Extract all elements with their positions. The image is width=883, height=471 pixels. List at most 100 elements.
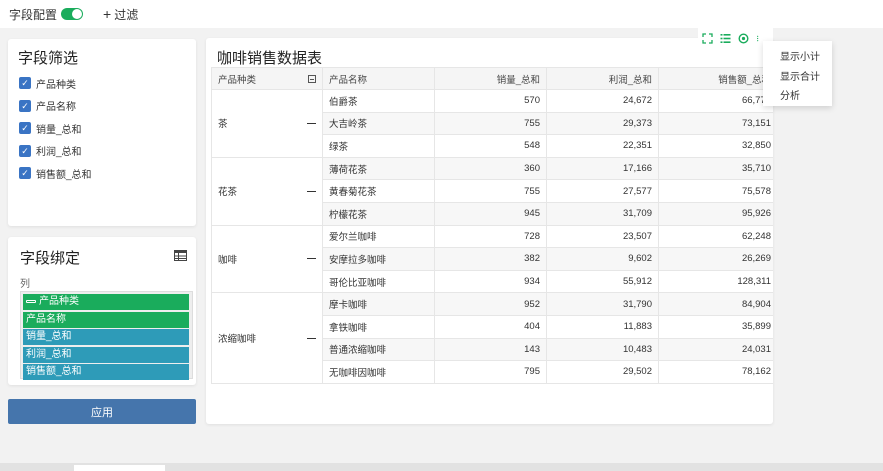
drag-handle-icon[interactable] [26,299,36,303]
column-header[interactable]: 产品名称 [322,67,435,90]
table-panel: 咖啡销售数据表 产品种类 产品名称 销量_总和 利润_总和 销售额_总和 茶 伯… [206,38,773,424]
field-filter-panel: 字段筛选 ✓ 产品种类 ✓ 产品名称 ✓ 销量_总和 ✓ 利润_总和 ✓ 销售额… [8,39,196,226]
value-cell: 24,672 [546,89,659,113]
checkbox-checked-icon[interactable]: ✓ [19,167,31,180]
checkbox-checked-icon[interactable]: ✓ [19,99,31,112]
collapse-icon[interactable] [307,258,316,260]
value-cell: 95,926 [658,201,773,226]
value-cell: 945 [434,201,547,226]
menu-item-analysis[interactable]: 分析 [763,87,832,107]
filter-item-profit[interactable]: ✓ 利润_总和 [19,140,92,163]
bound-field-product-name[interactable]: 产品名称 [23,311,189,328]
value-cell: 29,502 [546,360,659,384]
column-header[interactable]: 销量_总和 [434,67,547,90]
table-row: 茶 伯爵茶 570 24,672 66,772 [211,89,773,158]
value-cell: 26,269 [658,247,773,271]
value-cell: 404 [434,314,547,339]
product-cell: 普通浓缩咖啡 [322,337,435,362]
product-cell: 拿铁咖啡 [322,314,435,339]
filter-item-label: 销售额_总和 [36,169,92,181]
product-cell: 柠檬花茶 [322,201,435,226]
value-cell: 78,162 [658,360,773,384]
value-cell: 75,578 [658,179,773,203]
product-cell: 哥伦比亚咖啡 [322,269,435,294]
product-cell: 大吉岭茶 [322,111,435,136]
product-cell: 伯爵茶 [322,89,435,113]
value-cell: 55,912 [546,269,659,294]
table-row: 咖啡 爱尔兰咖啡 728 23,507 62,248 [211,224,773,294]
collapse-all-icon[interactable] [308,74,316,83]
value-cell: 31,709 [546,201,659,226]
collapse-icon[interactable] [307,122,316,124]
context-menu: 显示小计 显示合计 分析 [763,41,832,106]
checkbox-checked-icon[interactable]: ✓ [19,77,31,90]
category-label: 花茶 [218,187,238,199]
fullscreen-icon[interactable] [702,32,713,44]
value-cell: 382 [434,247,547,271]
checkbox-checked-icon[interactable]: ✓ [19,144,31,157]
product-cell: 摩卡咖啡 [322,292,435,316]
bound-field-label: 利润_总和 [26,348,72,360]
bound-field-product-type[interactable]: 产品种类 [23,294,189,310]
filter-item-product-type[interactable]: ✓ 产品种类 [19,72,92,95]
filter-item-revenue[interactable]: ✓ 销售额_总和 [19,162,92,185]
bound-field-profit[interactable]: 利润_总和 [23,346,189,363]
bound-field-revenue[interactable]: 销售额_总和 [23,364,189,380]
value-cell: 9,602 [546,247,659,271]
filter-label: 过滤 [114,7,139,22]
value-cell: 10,483 [546,337,659,362]
value-cell: 952 [434,292,547,316]
filter-button[interactable]: + 过滤 [103,6,138,23]
scrollbar-thumb[interactable] [74,465,165,471]
menu-item-show-total[interactable]: 显示合计 [763,68,832,88]
column-header[interactable]: 产品种类 [211,67,323,90]
column-header-label: 产品种类 [218,74,257,86]
category-cell: 咖啡 [211,224,323,294]
filter-item-label: 利润_总和 [36,147,82,159]
top-bar: 字段配置 + 过滤 [0,0,883,28]
category-label: 茶 [218,119,228,131]
value-cell: 795 [434,360,547,384]
table-toolbar [698,28,773,48]
field-config-label: 字段配置 [9,7,58,22]
value-cell: 32,850 [658,134,773,158]
bound-field-sales-qty[interactable]: 销量_总和 [23,329,189,345]
bound-field-label: 销量_总和 [26,331,72,342]
value-cell: 35,710 [658,156,773,181]
value-cell: 360 [434,156,547,181]
field-binding-panel: 字段绑定 列 产品种类 产品名称 销量_总和 利润_总和 销售额_总和 [8,237,196,385]
filter-item-product-name[interactable]: ✓ 产品名称 [19,95,92,118]
value-cell: 24,031 [658,337,773,362]
collapse-icon[interactable] [307,190,316,192]
table-icon[interactable] [174,250,187,261]
bottom-scrollbar[interactable] [0,463,883,471]
list-icon[interactable] [720,33,731,44]
filter-item-label: 销量_总和 [36,124,82,136]
product-cell: 无咖啡因咖啡 [322,360,435,384]
settings-icon[interactable] [738,32,749,44]
value-cell: 17,166 [546,156,659,181]
column-header[interactable]: 销售额_总和 [658,67,773,90]
filter-item-sales-qty[interactable]: ✓ 销量_总和 [19,117,92,140]
menu-item-show-subtotal[interactable]: 显示小计 [763,48,832,68]
field-config-toggle[interactable] [61,8,84,20]
more-vertical-icon[interactable] [756,33,762,44]
category-cell: 花茶 [211,156,323,226]
table-row: 花茶 薄荷花茶 360 17,166 35,710 [211,156,773,226]
column-header[interactable]: 利润_总和 [546,67,659,90]
field-filter-list: ✓ 产品种类 ✓ 产品名称 ✓ 销量_总和 ✓ 利润_总和 ✓ 销售额_总和 [19,72,92,185]
product-cell: 黄春菊花茶 [322,179,435,203]
value-cell: 728 [434,224,547,249]
column-binding-box[interactable]: 产品种类 产品名称 销量_总和 利润_总和 销售额_总和 [20,291,193,380]
checkbox-checked-icon[interactable]: ✓ [19,122,31,135]
value-cell: 73,151 [658,111,773,136]
value-cell: 755 [434,111,547,136]
collapse-icon[interactable] [307,337,316,339]
value-cell: 31,790 [546,292,659,316]
apply-button[interactable]: 应用 [8,399,196,424]
table-row: 浓缩咖啡 摩卡咖啡 952 31,790 84,904 [211,292,773,384]
product-cell: 绿茶 [322,134,435,158]
bound-field-label: 销售额_总和 [26,366,82,377]
product-cell: 薄荷花茶 [322,156,435,181]
category-cell: 浓缩咖啡 [211,292,323,384]
